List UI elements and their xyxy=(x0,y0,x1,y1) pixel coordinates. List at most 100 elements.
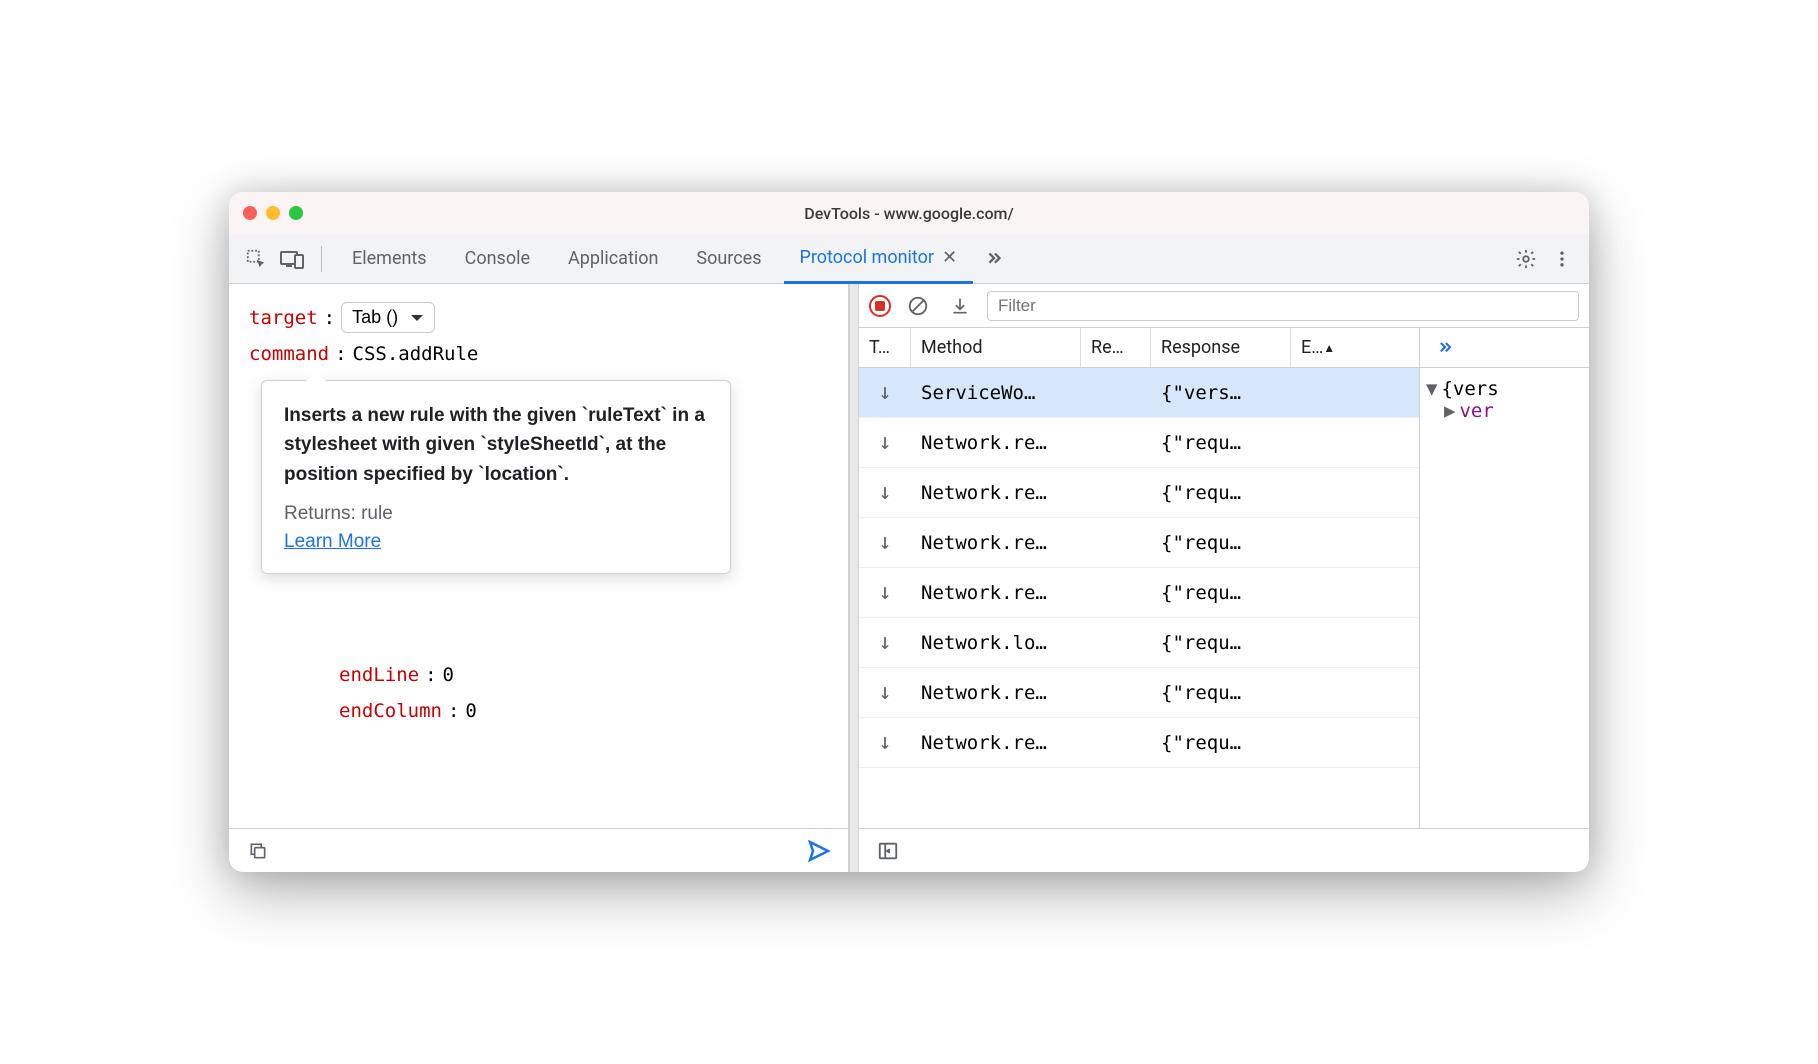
target-key: target xyxy=(249,307,318,329)
endcolumn-value[interactable]: 0 xyxy=(465,700,476,722)
cell-method: Network.re… xyxy=(911,532,1081,554)
arrow-down-icon: ↓ xyxy=(859,580,911,605)
col-request[interactable]: Re… xyxy=(1081,328,1151,367)
cell-response: {"requ… xyxy=(1151,732,1291,754)
table-row[interactable]: ↓ServiceWo… {"vers… xyxy=(859,368,1419,418)
cell-response: {"vers… xyxy=(1151,382,1291,404)
detail-sidebar: ▼{vers ▶ver xyxy=(1419,328,1589,828)
tab-label: Application xyxy=(568,248,658,269)
cell-method: Network.re… xyxy=(911,582,1081,604)
col-response[interactable]: Response xyxy=(1151,328,1291,367)
target-select[interactable]: Tab () xyxy=(341,302,435,333)
clear-icon[interactable] xyxy=(903,291,933,321)
tree-root: {vers xyxy=(1441,378,1498,400)
endcolumn-key: endColumn xyxy=(339,700,442,722)
tab-label: Protocol monitor xyxy=(800,247,935,268)
minimize-window-button[interactable] xyxy=(266,206,280,220)
more-tabs-icon[interactable] xyxy=(979,244,1009,274)
arrow-down-icon: ↓ xyxy=(859,380,911,405)
traffic-lights xyxy=(243,206,303,220)
target-line: target: Tab () xyxy=(249,302,828,333)
window-title: DevTools - www.google.com/ xyxy=(804,204,1013,223)
endline-value[interactable]: 0 xyxy=(443,664,454,686)
close-tab-icon[interactable]: ✕ xyxy=(942,247,957,268)
device-toolbar-icon[interactable] xyxy=(277,244,307,274)
zoom-window-button[interactable] xyxy=(289,206,303,220)
cell-response: {"requ… xyxy=(1151,432,1291,454)
table-row[interactable]: ↓Network.re… {"requ… xyxy=(859,518,1419,568)
inspect-element-icon[interactable] xyxy=(241,244,271,274)
chevron-down-icon xyxy=(410,313,424,323)
protocol-monitor-panel: T… Method Re… Response E…▲ ↓ServiceWo…{"… xyxy=(859,284,1589,872)
detail-tree[interactable]: ▼{vers ▶ver xyxy=(1420,368,1589,828)
tooltip-description: Inserts a new rule with the given `ruleT… xyxy=(284,401,708,489)
content-area: target: Tab () command: CSS.addRule endL… xyxy=(229,284,1589,872)
separator xyxy=(321,246,322,272)
target-value: Tab () xyxy=(352,307,398,328)
cell-response: {"requ… xyxy=(1151,632,1291,654)
col-method[interactable]: Method xyxy=(911,328,1081,367)
toggle-sidebar-icon[interactable] xyxy=(873,836,903,866)
tab-elements[interactable]: Elements xyxy=(336,234,443,284)
tab-protocol-monitor[interactable]: Protocol monitor ✕ xyxy=(784,234,974,284)
tooltip-returns: Returns: rule xyxy=(284,503,708,525)
arrow-down-icon: ↓ xyxy=(859,680,911,705)
send-command-icon[interactable] xyxy=(804,836,834,866)
command-value[interactable]: CSS.addRule xyxy=(353,343,479,365)
tab-sources[interactable]: Sources xyxy=(680,234,777,284)
monitor-split: T… Method Re… Response E…▲ ↓ServiceWo…{"… xyxy=(859,328,1589,828)
close-window-button[interactable] xyxy=(243,206,257,220)
cell-method: ServiceWo… xyxy=(911,382,1081,404)
table-body: ↓ServiceWo…{"vers…↓Network.re…{"requ…↓Ne… xyxy=(859,368,1419,828)
cell-method: Network.lo… xyxy=(911,632,1081,654)
cell-response: {"requ… xyxy=(1151,532,1291,554)
download-icon[interactable] xyxy=(945,291,975,321)
tab-application[interactable]: Application xyxy=(552,234,674,284)
table-row[interactable]: ↓Network.re… {"requ… xyxy=(859,418,1419,468)
table-row[interactable]: ↓Network.re… {"requ… xyxy=(859,668,1419,718)
detail-tabs xyxy=(1420,328,1589,368)
arrow-down-icon: ↓ xyxy=(859,530,911,555)
table-row[interactable]: ↓Network.re… {"requ… xyxy=(859,568,1419,618)
tab-label: Console xyxy=(465,248,530,269)
table-row[interactable]: ↓Network.lo… {"requ… xyxy=(859,618,1419,668)
cell-method: Network.re… xyxy=(911,732,1081,754)
table-row[interactable]: ↓Network.re… {"requ… xyxy=(859,718,1419,768)
events-table: T… Method Re… Response E…▲ ↓ServiceWo…{"… xyxy=(859,328,1419,828)
cell-response: {"requ… xyxy=(1151,582,1291,604)
arrow-down-icon: ↓ xyxy=(859,730,911,755)
command-line: command: CSS.addRule xyxy=(249,343,828,365)
tab-label: Sources xyxy=(696,248,761,269)
filter-input[interactable] xyxy=(987,291,1579,321)
settings-icon[interactable] xyxy=(1511,244,1541,274)
col-elapsed[interactable]: E…▲ xyxy=(1291,328,1339,367)
nested-params: endLine : 0 endColumn : 0 xyxy=(339,664,477,736)
panel-resize-handle[interactable] xyxy=(849,284,859,872)
table-header: T… Method Re… Response E…▲ xyxy=(859,328,1419,368)
col-type[interactable]: T… xyxy=(859,328,911,367)
endline-key: endLine xyxy=(339,664,419,686)
tree-prop: ver xyxy=(1459,400,1493,422)
tooltip-learn-more-link[interactable]: Learn More xyxy=(284,531,708,553)
editor-footer xyxy=(229,828,848,872)
main-toolbar: Elements Console Application Sources Pro… xyxy=(229,234,1589,284)
arrow-down-icon: ↓ xyxy=(859,630,911,655)
table-row[interactable]: ↓Network.re…{"requ… xyxy=(859,468,1419,518)
cell-method: Network.re… xyxy=(911,682,1081,704)
arrow-down-icon: ↓ xyxy=(859,480,911,505)
devtools-window: DevTools - www.google.com/ Elements Cons… xyxy=(229,192,1589,872)
cell-method: Network.re… xyxy=(911,432,1081,454)
kebab-menu-icon[interactable] xyxy=(1547,244,1577,274)
copy-icon[interactable] xyxy=(243,836,273,866)
tab-console[interactable]: Console xyxy=(449,234,546,284)
titlebar: DevTools - www.google.com/ xyxy=(229,192,1589,234)
cell-response: {"requ… xyxy=(1151,682,1291,704)
command-tooltip: Inserts a new rule with the given `ruleT… xyxy=(261,380,731,574)
arrow-down-icon: ↓ xyxy=(859,430,911,455)
more-tabs-icon[interactable] xyxy=(1430,333,1460,363)
cell-method: Network.re… xyxy=(911,482,1081,504)
record-button[interactable] xyxy=(869,295,891,317)
command-editor-panel: target: Tab () command: CSS.addRule endL… xyxy=(229,284,849,872)
tab-label: Elements xyxy=(352,248,427,269)
monitor-toolbar xyxy=(859,284,1589,328)
